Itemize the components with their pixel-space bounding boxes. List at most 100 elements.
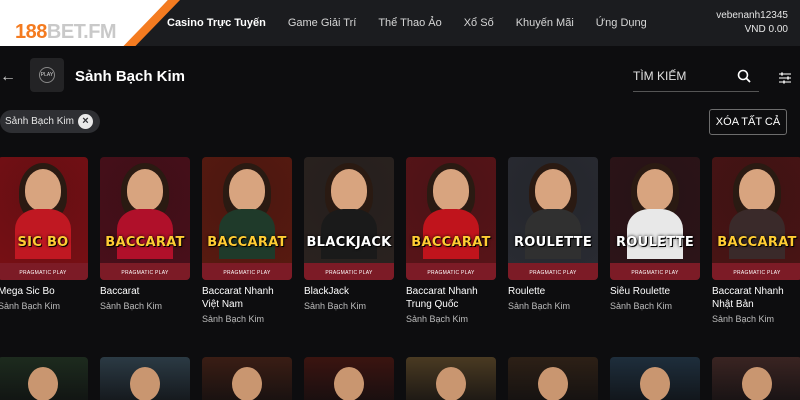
game-provider: Sảnh Bạch Kim	[0, 301, 61, 311]
game-name[interactable]: Baccarat	[100, 285, 190, 298]
game-thumbnail[interactable]: SIC BO PRAGMATIC PLAY	[0, 157, 88, 280]
nav-item-app[interactable]: Ứng Dụng	[596, 17, 647, 29]
search-box	[633, 62, 759, 92]
dealer-body	[321, 209, 377, 259]
game-logo-text: BACCARAT	[411, 235, 491, 250]
account-info[interactable]: vebenanh12345 VND 0.00	[716, 9, 788, 37]
game-provider: Sảnh Bạch Kim	[304, 301, 367, 311]
dealer-body	[525, 209, 581, 259]
nav-item-games[interactable]: Game Giải Trí	[288, 17, 356, 29]
game-card-thumbnail[interactable]	[406, 357, 496, 400]
game-thumbnail[interactable]: BLACKJACK PRAGMATIC PLAY	[304, 157, 394, 280]
game-provider: Sảnh Bạch Kim	[610, 301, 673, 311]
game-card-thumbnail[interactable]	[100, 357, 190, 400]
nav-item-virtual-sports[interactable]: Thể Thao Ảo	[378, 17, 441, 29]
game-logo-text: ROULETTE	[513, 235, 593, 250]
provider-logo: PRAGMATIC PLAY	[223, 270, 271, 276]
dealer-face	[232, 367, 262, 400]
close-icon[interactable]: ×	[77, 114, 93, 129]
game-provider: Sảnh Bạch Kim	[508, 301, 571, 311]
filter-sliders-icon[interactable]	[778, 71, 792, 85]
game-thumbnail[interactable]: BACCARAT PRAGMATIC PLAY	[406, 157, 496, 280]
game-card[interactable]: BACCARAT PRAGMATIC PLAY Baccarat Nhanh Nhậ…	[712, 157, 800, 324]
dealer-face	[25, 169, 61, 211]
account-username: vebenanh12345	[716, 10, 788, 21]
logo-suffix: BET.FM	[46, 21, 117, 43]
game-card-thumbnail[interactable]	[610, 357, 700, 400]
game-thumbnail[interactable]: ROULETTE PRAGMATIC PLAY	[508, 157, 598, 280]
game-card-thumbnail[interactable]	[304, 357, 394, 400]
dealer-face	[28, 367, 58, 400]
game-logo-text: SIC BO	[17, 235, 69, 250]
dealer-face	[739, 169, 775, 211]
dealer-face	[130, 367, 160, 400]
account-balance: VND 0.00	[744, 24, 788, 35]
dealer-face	[229, 169, 265, 211]
game-name[interactable]: Siêu Roulette	[610, 285, 700, 298]
game-card[interactable]: BLACKJACK PRAGMATIC PLAY BlackJack Sảnh Bạc…	[304, 157, 394, 311]
game-card-thumbnail[interactable]	[202, 357, 292, 400]
nav-item-casino[interactable]: Casino Trực Tuyến	[167, 17, 266, 29]
dealer-face	[127, 169, 163, 211]
dealer-body	[627, 209, 683, 259]
play-logo-icon: PLAY	[39, 67, 55, 83]
provider-logo: PRAGMATIC PLAY	[325, 270, 373, 276]
game-thumbnail[interactable]: BACCARAT PRAGMATIC PLAY	[712, 157, 800, 280]
game-thumbnail[interactable]: BACCARAT PRAGMATIC PLAY	[202, 157, 292, 280]
game-card[interactable]: ROULETTE PRAGMATIC PLAY Roulette Sảnh Bạch …	[508, 157, 598, 311]
game-provider: Sảnh Bạch Kim	[100, 301, 163, 311]
game-card[interactable]: BACCARAT PRAGMATIC PLAY Baccarat Nhanh Việ…	[202, 157, 292, 324]
game-card[interactable]: BACCARAT PRAGMATIC PLAY Baccarat Sảnh Bạch …	[100, 157, 190, 311]
chip-label: Sảnh Bạch Kim	[5, 116, 74, 127]
casino-lobby-page: Casino Trực Tuyến Game Giải Trí Thể Thao…	[0, 0, 800, 400]
game-name[interactable]: BlackJack	[304, 285, 394, 298]
dealer-face	[334, 367, 364, 400]
game-card-thumbnail[interactable]	[712, 357, 800, 400]
dealer-face	[433, 169, 469, 211]
dealer-face	[538, 367, 568, 400]
nav-item-promotions[interactable]: Khuyến Mãi	[516, 17, 574, 29]
game-card[interactable]: BACCARAT PRAGMATIC PLAY Baccarat Nhanh Tru…	[406, 157, 496, 324]
dealer-face	[535, 169, 571, 211]
game-name[interactable]: Baccarat Nhanh Trung Quốc	[406, 285, 496, 311]
game-thumbnail[interactable]: BACCARAT PRAGMATIC PLAY	[100, 157, 190, 280]
game-logo-text: BACCARAT	[105, 235, 185, 250]
dealer-face	[742, 367, 772, 400]
section-logo: PLAY	[30, 58, 64, 92]
dealer-body	[423, 209, 479, 259]
nav-item-lottery[interactable]: Xổ Số	[464, 17, 494, 29]
game-provider: Sảnh Bạch Kim	[712, 314, 775, 324]
game-name[interactable]: Mega Sic Bo	[0, 285, 88, 298]
provider-logo: PRAGMATIC PLAY	[121, 270, 169, 276]
provider-logo: PRAGMATIC PLAY	[19, 270, 67, 276]
game-name[interactable]: Baccarat Nhanh Việt Nam	[202, 285, 292, 311]
search-input[interactable]	[633, 62, 733, 90]
game-thumbnail[interactable]: ROULETTE PRAGMATIC PLAY	[610, 157, 700, 280]
game-logo-text: BACCARAT	[207, 235, 287, 250]
section-title: Sảnh Bạch Kim	[75, 68, 186, 85]
dealer-body	[15, 209, 71, 259]
clear-all-button[interactable]: XÓA TẤT CẢ	[709, 109, 787, 135]
active-filter-chip[interactable]: Sảnh Bạch Kim ×	[0, 110, 100, 133]
dealer-body	[729, 209, 785, 259]
dealer-face	[637, 169, 673, 211]
game-provider: Sảnh Bạch Kim	[406, 314, 469, 324]
provider-logo: PRAGMATIC PLAY	[631, 270, 679, 276]
back-arrow-icon[interactable]: ←	[0, 68, 16, 86]
search-icon[interactable]	[737, 69, 751, 83]
game-name[interactable]: Roulette	[508, 285, 598, 298]
dealer-body	[117, 209, 173, 259]
game-card-thumbnail[interactable]	[0, 357, 88, 400]
game-name[interactable]: Baccarat Nhanh Nhật Bản	[712, 285, 800, 311]
dealer-body	[219, 209, 275, 259]
game-logo-text: ROULETTE	[615, 235, 695, 250]
section-titlebar: ← PLAY Sảnh Bạch Kim	[0, 46, 800, 108]
dealer-face	[331, 169, 367, 211]
game-card[interactable]: SIC BO PRAGMATIC PLAY Mega Sic Bo Sảnh Bạch…	[0, 157, 88, 311]
main-nav: Casino Trực Tuyến Game Giải Trí Thể Thao…	[167, 0, 669, 46]
dealer-face	[640, 367, 670, 400]
game-card-thumbnail[interactable]	[508, 357, 598, 400]
game-card[interactable]: ROULETTE PRAGMATIC PLAY Siêu Roulette Sảnh …	[610, 157, 700, 311]
game-logo-text: BACCARAT	[717, 235, 797, 250]
provider-logo: PRAGMATIC PLAY	[427, 270, 475, 276]
